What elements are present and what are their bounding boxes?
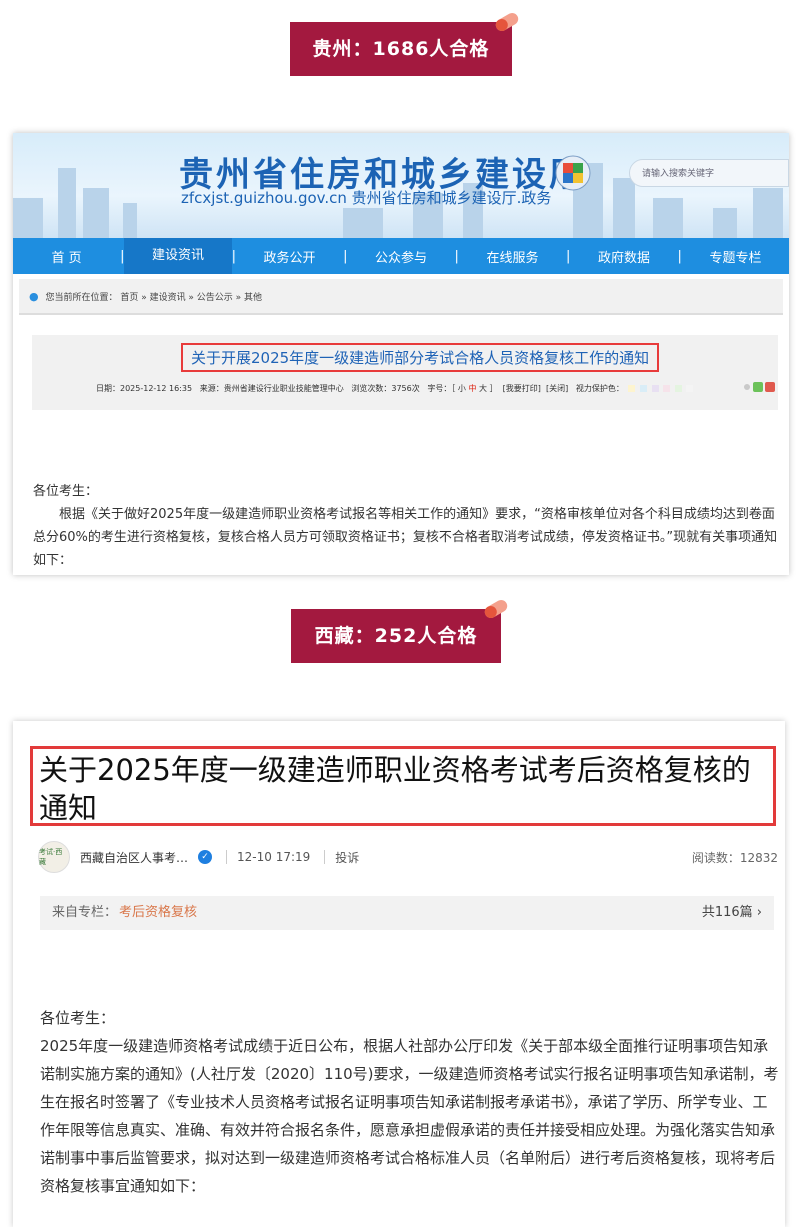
notice-meta: 日期：2025-12-12 16:35 来源：贵州省建设行业职业技能管理中心 浏… [96,383,694,394]
complain-link[interactable]: 投诉 [335,849,359,866]
eye-protect-label: 视力保护色： [575,384,624,393]
font-large-link[interactable]: 大 [479,384,487,393]
avatar-text: 考试·西藏 [39,848,63,866]
body-paragraph: 根据《关于做好2025年度一级建造师职业资格考试报名等相关工作的通知》要求，“资… [33,507,778,568]
eye-color-swatch[interactable] [628,385,636,392]
nav-item-gov[interactable]: 政务公开 [236,247,343,266]
avatar[interactable]: 考试·西藏 [38,841,70,873]
section-tag-tibet: 西藏：252人合格 [291,600,508,663]
account-name[interactable]: 西藏自治区人事考… [80,849,188,866]
close-link[interactable]: [关闭] [546,384,568,393]
main-nav: 首 页 | 建设资讯 | 政务公开 | 公众参与 | 在线服务 | 政府数据 |… [13,238,789,274]
search-input[interactable]: 请输入搜索关键字 [629,159,789,187]
article-title: 关于2025年度一级建造师职业资格考试考后资格复核的通知 [30,746,776,826]
notice-body: 各位考生： 根据《关于做好2025年度一级建造师职业资格考试报名等相关工作的通知… [33,480,783,572]
share-icon[interactable] [743,381,777,393]
pill-icon [484,600,508,618]
font-small-link[interactable]: 小 [458,384,466,393]
read-count: 阅读数：12832 [691,850,778,865]
article-body: 各位考生： 2025年度一级建造师资格考试成绩于近日公布，根据人社部办公厅印发《… [40,1004,780,1200]
article-meta: 考试·西藏 西藏自治区人事考… ✓ 12-10 17:19 投诉 阅读数：128… [38,841,778,873]
print-link[interactable]: [我要打印] [503,384,541,393]
notice-source: 来源：贵州省建设行业职业技能管理中心 [199,384,344,393]
nav-item-online[interactable]: 在线服务 [459,247,566,266]
breadcrumb-text[interactable]: 您当前所在位置： 首页 » 建设资讯 » 公告公示 » 其他 [45,293,262,303]
nav-item-topics[interactable]: 专题专栏 [682,247,789,266]
eye-color-swatch[interactable] [651,385,659,392]
font-mid-link[interactable]: 中 [468,384,476,393]
column-count[interactable]: 共116篇 › [702,896,762,930]
font-size-close: ］ [489,384,498,393]
body-paragraph: 2025年度一级建造师资格考试成绩于近日公布，根据人社部办公厅印发《关于部本级全… [40,1037,779,1195]
greeting: 各位考生： [40,1009,116,1027]
site-subtitle: zfcxjst.guizhou.gov.cn 贵州省住房和城乡建设厅.政务 [181,189,552,207]
notice-views: 浏览次数：3756次 [351,384,420,393]
site-banner: 贵州省住房和城乡建设厅 zfcxjst.guizhou.gov.cn 贵州省住房… [13,133,789,238]
location-pin-icon: ● [29,290,39,303]
section-tag-label: 贵州：1686人合格 [312,38,490,60]
font-size-label: 字号：［ [427,384,456,393]
greeting: 各位考生： [33,484,99,499]
eye-color-swatch[interactable] [674,385,682,392]
section-tag-label: 西藏：252人合格 [314,625,478,647]
section-tag-guizhou: 贵州：1686人合格 [290,13,519,76]
column-label: 来自专栏： [52,905,118,920]
notice-date: 日期：2025-12-12 16:35 [96,384,193,393]
tibet-screenshot: 关于2025年度一级建造师职业资格考试考后资格复核的通知 考试·西藏 西藏自治区… [13,721,785,1227]
column-bar[interactable]: 来自专栏： 考后资格复核 共116篇 › [40,896,774,930]
nav-item-home[interactable]: 首 页 [13,247,120,266]
nav-item-data[interactable]: 政府数据 [570,247,677,266]
guizhou-screenshot: 贵州省住房和城乡建设厅 zfcxjst.guizhou.gov.cn 贵州省住房… [13,133,789,575]
notice-header: 关于开展2025年度一级建造师部分考试合格人员资格复核工作的通知 日期：2025… [32,335,778,410]
site-logo-icon [555,155,591,191]
pill-icon [495,13,519,31]
publish-time: 12-10 17:19 [237,850,311,864]
eye-color-swatch[interactable] [639,385,647,392]
eye-color-swatch[interactable] [663,385,671,392]
breadcrumb: ● 您当前所在位置： 首页 » 建设资讯 » 公告公示 » 其他 [19,279,783,315]
verified-icon: ✓ [198,850,213,864]
nav-item-news[interactable]: 建设资讯 [124,238,232,274]
column-name[interactable]: 考后资格复核 [119,896,197,930]
nav-item-public[interactable]: 公众参与 [347,247,454,266]
notice-title: 关于开展2025年度一级建造师部分考试合格人员资格复核工作的通知 [181,343,660,372]
eye-color-swatch[interactable] [686,385,694,392]
